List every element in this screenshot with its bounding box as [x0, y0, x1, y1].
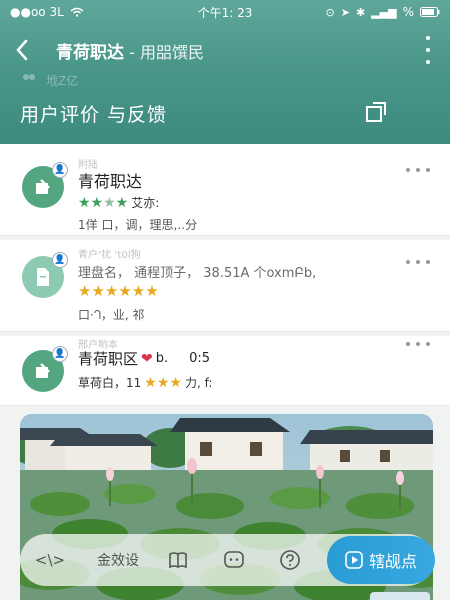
- chevron-left-icon: [16, 39, 28, 61]
- review-faint-name: 青户‘扰 ’t0l狗: [78, 250, 141, 261]
- document-icon: [37, 268, 49, 286]
- back-button[interactable]: [0, 28, 44, 72]
- review-author: 青荷职区 ❤ b. 0:5: [78, 348, 210, 369]
- review-more-button[interactable]: [406, 258, 430, 266]
- nav-bar: 青荷职达 - 用㗊馔民: [0, 28, 450, 72]
- review-meta: 口·ᘃ，业, 祁: [78, 308, 145, 322]
- battery-percent: %: [402, 5, 414, 19]
- bluetooth-icon: ✱: [355, 5, 366, 19]
- review-author-name: 青荷职区: [78, 350, 139, 368]
- star-rating: ★★★: [144, 374, 182, 391]
- rating-text: 艾亦:: [131, 196, 160, 210]
- review-author-suffix: b.: [155, 351, 169, 366]
- page-title: 用户评价 与反馈: [20, 104, 168, 126]
- wifi-icon: [70, 7, 84, 17]
- primary-action-label: 辖觇点: [368, 552, 417, 571]
- review-author: 青荷职达: [78, 172, 143, 191]
- review-item[interactable]: 👤 附陆 青荷职达 ★★★★ 艾亦: 1佯 口，调，理思,‥分: [0, 144, 450, 236]
- chat-button[interactable]: [214, 540, 254, 580]
- review-more-button[interactable]: [406, 166, 430, 174]
- chat-bubble-icon: [224, 551, 244, 568]
- review-rating-line: ★★★★ 艾亦:: [78, 194, 159, 211]
- more-menu-button[interactable]: [422, 36, 434, 64]
- edit-doc-icon: [36, 363, 50, 378]
- rating-prefix: 草荷白，11: [78, 376, 142, 390]
- book-button[interactable]: [158, 540, 198, 580]
- help-circle-icon: [280, 550, 300, 570]
- review-item[interactable]: 👤 青户‘扰 ’t0l狗 理盘名， 通程顶子， 38.51A 个oxmԲb, ★…: [0, 240, 450, 332]
- star-rating: ★★★★: [78, 194, 129, 211]
- comment-input[interactable]: 金效设: [78, 550, 158, 570]
- status-right: ⊙ ➤ ✱ ▂▄▆ %: [326, 5, 440, 19]
- share-icon: [366, 102, 386, 122]
- ghost-row: 㘺Z亿: [20, 72, 78, 89]
- review-more-button[interactable]: [406, 340, 430, 348]
- review-rating-line: ★★★★★★: [78, 282, 159, 300]
- book-icon: [169, 552, 187, 569]
- user-badge-icon: 👤: [52, 162, 68, 178]
- nav-title: 青荷职达 - 用㗊馔民: [56, 38, 204, 63]
- play-icon: [345, 551, 363, 569]
- bottom-edge-tab: [370, 592, 430, 600]
- help-button[interactable]: [270, 540, 310, 580]
- location-icon: ➤: [340, 5, 350, 19]
- battery-icon: [420, 7, 440, 17]
- avatar[interactable]: 👤: [22, 252, 68, 298]
- star-rating: ★★★★★★: [78, 282, 159, 300]
- avatar[interactable]: 👤: [22, 162, 68, 208]
- user-badge-icon: 👤: [52, 252, 68, 268]
- review-rating-line: 草荷白，11 ★★★ 力, f:: [78, 374, 212, 391]
- group-icon: [23, 74, 35, 80]
- status-bar: ●●oo 3L 个午1: 23 ⊙ ➤ ✱ ▂▄▆ %: [0, 0, 450, 24]
- user-badge-icon: 👤: [52, 346, 68, 362]
- rating-suffix: 力, f:: [184, 376, 213, 390]
- cellular-icon: ▂▄▆: [371, 5, 397, 19]
- alarm-icon: ⊙: [325, 5, 335, 19]
- edit-doc-icon: [36, 179, 50, 194]
- review-author: 理盘名， 通程顶子， 38.51A 个oxmԲb,: [78, 266, 317, 281]
- review-meta: 1佯 口，调，理思,‥分: [78, 218, 198, 232]
- heart-icon: ❤: [141, 350, 153, 367]
- status-left: ●●oo 3L: [10, 5, 84, 19]
- nav-subtitle: - 用㗊馔民: [124, 42, 204, 62]
- signal-text: ●●oo 3L: [10, 5, 64, 19]
- review-list: 👤 附陆 青荷职达 ★★★★ 艾亦: 1佯 口，调，理思,‥分 👤 青户‘扰 ’…: [0, 144, 450, 406]
- primary-action-button[interactable]: 辖觇点: [327, 536, 435, 584]
- review-time: 0:5: [189, 351, 211, 366]
- header: ●●oo 3L 个午1: 23 ⊙ ➤ ✱ ▂▄▆ % 青荷职达 - 用㗊馔民 …: [0, 0, 450, 144]
- code-button[interactable]: <\>: [28, 538, 72, 582]
- bottom-toolbar: <\> 金效设 辖觇点: [20, 534, 435, 586]
- ghost-text: 㘺Z亿: [46, 74, 79, 88]
- avatar[interactable]: 👤: [22, 346, 68, 392]
- nav-title-main: 青荷职达: [56, 42, 124, 63]
- review-item[interactable]: 👤 邢户哟本 青荷职区 ❤ b. 0:5 草荷白，11 ★★★ 力, f:: [0, 336, 450, 406]
- share-button[interactable]: [362, 98, 390, 126]
